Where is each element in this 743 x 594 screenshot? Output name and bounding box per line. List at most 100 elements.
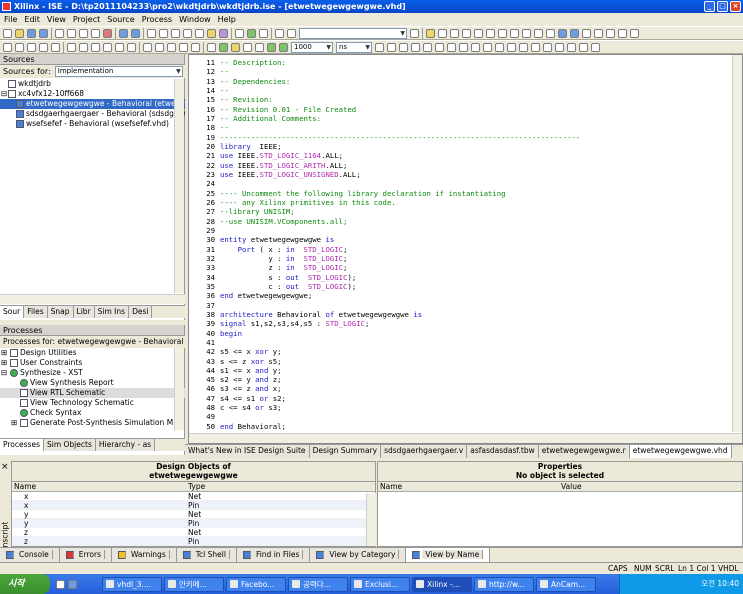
copy-icon[interactable] — [79, 28, 88, 38]
maximize-button[interactable]: □ — [717, 1, 728, 12]
document-tab-1[interactable]: Design Summary — [309, 445, 382, 458]
menu-project[interactable]: Project — [73, 13, 100, 26]
grid-icon[interactable] — [582, 28, 591, 38]
tree-expander-icon[interactable]: ⊞ — [1, 358, 7, 368]
sources-tab-1[interactable]: Files — [24, 306, 48, 318]
document-tab-5[interactable]: etwetwegewgewgwe.vhd — [629, 445, 732, 458]
undo-icon[interactable] — [119, 28, 128, 38]
home-icon[interactable] — [51, 42, 60, 52]
run-icon[interactable] — [219, 42, 228, 52]
sources-tab-2[interactable]: Snap — [47, 306, 74, 318]
source-tree-item[interactable]: ⊟ xc4vfx12-10ff668 — [0, 89, 185, 99]
sources-tab-4[interactable]: Sim Ins — [94, 306, 130, 318]
attr-icon[interactable] — [531, 42, 540, 52]
prop-col-name[interactable]: Name — [380, 482, 402, 492]
redo-icon[interactable] — [131, 28, 140, 38]
menu-view[interactable]: View — [47, 13, 66, 26]
process-item[interactable]: ⊟ Synthesize - XST — [0, 368, 185, 378]
bottom-tab-4[interactable]: Find in Files — [236, 548, 311, 562]
process-item[interactable]: View Synthesis Report — [0, 378, 185, 388]
bookmark-prev-icon[interactable] — [462, 28, 471, 38]
cut-icon[interactable] — [67, 28, 76, 38]
tree-expander-icon[interactable]: ⊞ — [1, 348, 7, 358]
process-item[interactable]: ⊞ Generate Post-Synthesis Simulation M — [0, 418, 185, 428]
check-icon[interactable] — [543, 42, 552, 52]
align-top-icon[interactable] — [103, 42, 112, 52]
uncomment-icon[interactable] — [522, 28, 531, 38]
bottom-tab-6[interactable]: View by Name — [406, 548, 491, 562]
sources-for-combo[interactable]: Implementation — [54, 66, 183, 77]
minimize-button[interactable]: _ — [704, 1, 715, 12]
processes-tab-1[interactable]: Sim Objects — [43, 439, 96, 451]
process-item[interactable]: ⊞ Design Utilities — [0, 348, 185, 358]
desktop-icon[interactable] — [56, 579, 65, 589]
design-object-row[interactable]: x Pin — [12, 501, 375, 510]
net-name-icon[interactable] — [423, 42, 432, 52]
list-icon[interactable] — [594, 28, 603, 38]
taskbar-item[interactable]: Exclusi... — [350, 576, 410, 592]
save-icon[interactable] — [27, 28, 36, 38]
taskbar-item[interactable]: Facebo... — [226, 576, 286, 592]
push-icon[interactable] — [207, 42, 216, 52]
layout2-icon[interactable] — [570, 28, 579, 38]
find-combo[interactable] — [299, 27, 407, 39]
taskbar-item[interactable]: 안키메... — [164, 576, 224, 592]
taskbar-item[interactable]: Xilinx -... — [412, 576, 472, 592]
menu-source[interactable]: Source — [107, 13, 134, 26]
time-value-combo[interactable]: 1000 — [291, 41, 333, 53]
tile-icon[interactable] — [259, 28, 268, 38]
source-tree-item[interactable]: etwetwegewgewgwe - Behavioral (etwetw — [0, 99, 185, 109]
bottom-tab-3[interactable]: Tcl Shell — [176, 548, 237, 562]
bookmark-next-icon[interactable] — [450, 28, 459, 38]
source-tree-item[interactable]: sdsdgaerhgaergaer - Behavioral (sdsdgaer… — [0, 109, 185, 119]
bus-icon[interactable] — [411, 42, 420, 52]
bottom-tab-2[interactable]: Warnings — [111, 548, 177, 562]
align-bottom-icon[interactable] — [127, 42, 136, 52]
find-icon[interactable] — [147, 28, 156, 38]
ungroup-icon[interactable] — [191, 42, 200, 52]
align-center-icon[interactable] — [79, 42, 88, 52]
sources-hscroll[interactable] — [0, 294, 185, 304]
tree-expander-icon[interactable]: ⊟ — [1, 89, 7, 99]
binoculars-icon[interactable] — [275, 28, 284, 38]
pan-icon[interactable] — [143, 42, 152, 52]
code-editor[interactable]: 11 -- Description: 12 -- 13 -- Dependencies: 1… — [188, 54, 743, 444]
zoom-out-icon[interactable] — [171, 28, 180, 38]
rerun-icon[interactable] — [231, 42, 240, 52]
back-icon[interactable] — [3, 42, 12, 52]
window-icon[interactable] — [219, 28, 228, 38]
stop-icon[interactable] — [27, 42, 36, 52]
table-icon[interactable] — [606, 28, 615, 38]
design-object-row[interactable]: y Pin — [12, 519, 375, 528]
sources-vscroll[interactable] — [174, 79, 184, 293]
zoom-fit-icon[interactable] — [195, 28, 204, 38]
rows-icon[interactable] — [630, 28, 639, 38]
bottom-tab-0[interactable]: Console — [0, 548, 60, 562]
edit-icon[interactable] — [235, 28, 244, 38]
print-icon[interactable] — [55, 28, 64, 38]
hierarchy-down-icon[interactable] — [579, 42, 588, 52]
start-button[interactable]: 시작 — [0, 574, 50, 594]
taskbar-item[interactable]: http://w... — [474, 576, 534, 592]
align-middle-icon[interactable] — [115, 42, 124, 52]
menu-process[interactable]: Process — [142, 13, 172, 26]
sources-tab-0[interactable]: Sour — [0, 306, 25, 318]
arrow-icon[interactable] — [387, 42, 396, 52]
step-icon[interactable] — [255, 42, 264, 52]
tree-expander-icon[interactable]: ⊟ — [1, 368, 7, 378]
hierarchy-up-icon[interactable] — [567, 42, 576, 52]
process-item[interactable]: View RTL Schematic — [0, 388, 185, 398]
bottom-tab-5[interactable]: View by Category — [310, 548, 407, 562]
process-item[interactable]: Check Syntax — [0, 408, 185, 418]
pin-icon[interactable] — [207, 28, 216, 38]
processes-tab-2[interactable]: Hierarchy - as — [95, 439, 156, 451]
save-all-icon[interactable] — [39, 28, 48, 38]
zoom-full-icon[interactable] — [183, 28, 192, 38]
source-tree-item[interactable]: wsefsefef - Behavioral (wsefsefef.vhd) — [0, 119, 185, 129]
open-folder-icon[interactable] — [15, 28, 24, 38]
document-tab-0[interactable]: What's New in ISE Design Suite — [185, 445, 310, 458]
align-left-icon[interactable] — [67, 42, 76, 52]
language-templates-icon[interactable] — [534, 28, 543, 38]
outdent-icon[interactable] — [498, 28, 507, 38]
prop-col-value[interactable]: Value — [561, 482, 582, 492]
